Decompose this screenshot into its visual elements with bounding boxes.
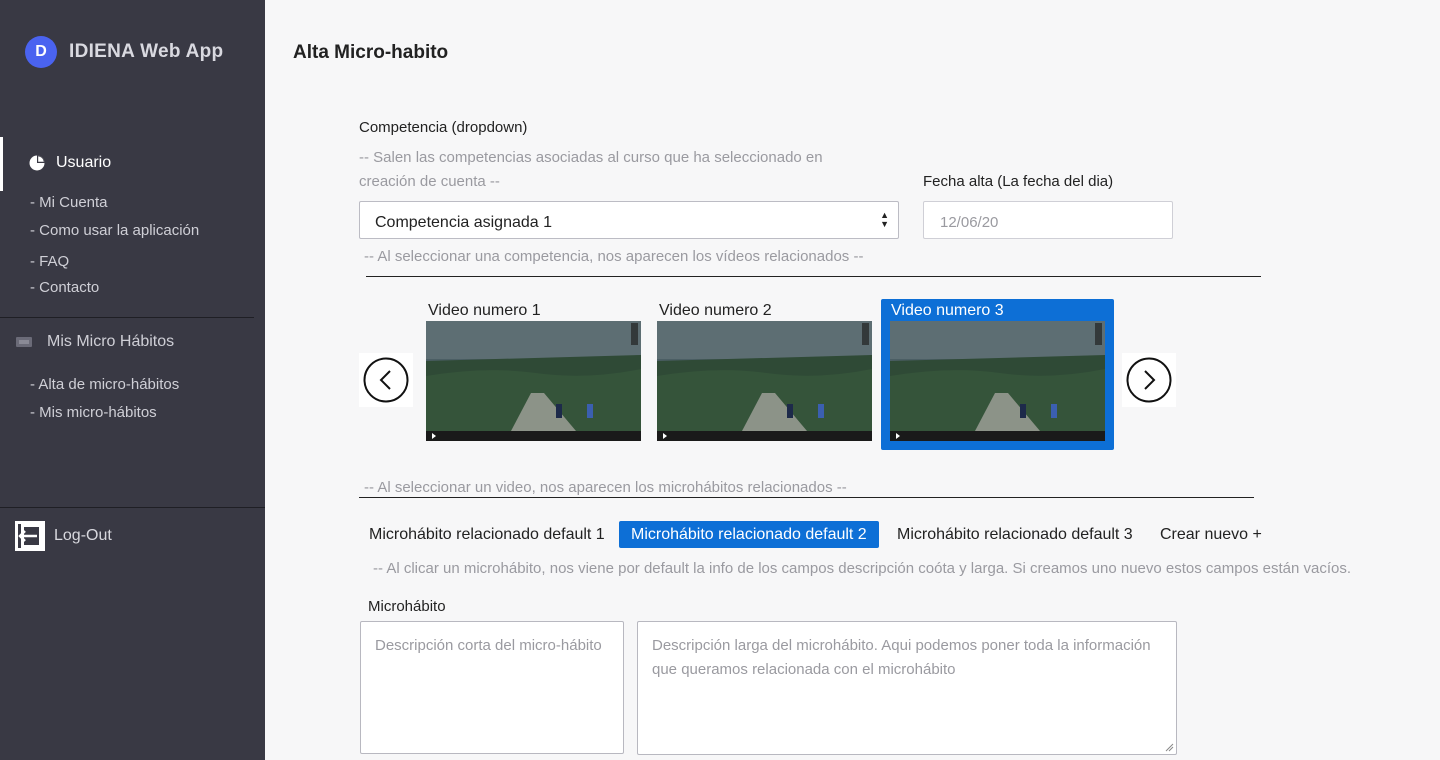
logout-label: Log-Out bbox=[54, 527, 112, 544]
video-title: Video numero 1 bbox=[428, 302, 541, 319]
competencia-label: Competencia (dropdown) bbox=[359, 119, 528, 136]
sidebar: D IDIENA Web App Usuario - Mi Cuenta - C… bbox=[0, 0, 265, 760]
divider-line bbox=[366, 276, 1261, 277]
logout-button[interactable]: Log-Out bbox=[15, 521, 112, 551]
app-logo: D bbox=[25, 36, 57, 68]
chevron-right-icon bbox=[1126, 357, 1172, 403]
chevron-left-icon bbox=[363, 357, 409, 403]
sidebar-link-mis-micro[interactable]: - Mis micro-hábitos bbox=[30, 404, 157, 421]
video-thumbnail bbox=[890, 321, 1105, 441]
sidebar-link-contacto[interactable]: - Contacto bbox=[30, 279, 99, 296]
brand[interactable]: D IDIENA Web App bbox=[25, 36, 223, 68]
sidebar-link-alta-micro[interactable]: - Alta de micro-hábitos bbox=[30, 376, 179, 393]
micro-tab-default-1[interactable]: Microhábito relacionado default 1 bbox=[369, 521, 605, 548]
video-thumbnail bbox=[426, 321, 641, 441]
video-card-3[interactable]: Video numero 3 bbox=[881, 299, 1114, 450]
video-card-2[interactable]: Video numero 2 bbox=[657, 299, 872, 442]
pie-chart-icon bbox=[29, 155, 45, 171]
app-name: IDIENA Web App bbox=[69, 41, 224, 62]
fecha-label: Fecha alta (La fecha del dia) bbox=[923, 173, 1114, 190]
competencia-dropdown[interactable]: Competencia asignada 1 ▲ ▼ bbox=[359, 201, 899, 239]
carousel-prev-button[interactable] bbox=[359, 353, 413, 407]
long-description-textarea[interactable]: Descripción larga del microhábito. Aqui … bbox=[637, 621, 1177, 755]
sidebar-item-label: Usuario bbox=[56, 154, 112, 171]
short-description-placeholder: Descripción corta del micro-hábito bbox=[375, 637, 602, 654]
video-thumbnail bbox=[657, 321, 872, 441]
videos-hint: -- Al seleccionar una competencia, nos a… bbox=[364, 248, 864, 265]
logout-icon bbox=[15, 521, 45, 551]
short-description-textarea[interactable]: Descripción corta del micro-hábito bbox=[360, 621, 624, 754]
page-title: Alta Micro-habito bbox=[293, 42, 449, 63]
sidebar-link-como-usar[interactable]: - Como usar la aplicación bbox=[30, 222, 199, 239]
video-card-1[interactable]: Video numero 1 bbox=[426, 299, 641, 442]
micro-info-hint: -- Al clicar un microhábito, nos viene p… bbox=[373, 560, 1352, 577]
competencia-selected: Competencia asignada 1 bbox=[375, 214, 553, 231]
ticket-icon bbox=[16, 337, 32, 347]
sidebar-item-usuario[interactable]: Usuario bbox=[29, 154, 111, 172]
video-title: Video numero 2 bbox=[659, 302, 772, 319]
micro-tab-default-2[interactable]: Microhábito relacionado default 2 bbox=[619, 521, 879, 548]
sidebar-link-mi-cuenta[interactable]: - Mi Cuenta bbox=[30, 194, 108, 211]
sidebar-divider bbox=[0, 317, 254, 318]
competencia-hint: -- Salen las competencias asociadas al c… bbox=[359, 149, 823, 190]
select-arrows-icon: ▲ ▼ bbox=[880, 210, 889, 229]
resize-handle-icon[interactable] bbox=[1165, 743, 1174, 752]
carousel-next-button[interactable] bbox=[1122, 353, 1176, 407]
microhabito-label: Microhábito bbox=[368, 598, 446, 615]
sidebar-item-label: Mis Micro Hábitos bbox=[47, 333, 175, 350]
crear-nuevo-button[interactable]: Crear nuevo + bbox=[1160, 521, 1262, 548]
fecha-input[interactable]: 12/06/20 bbox=[923, 201, 1173, 239]
sidebar-divider bbox=[0, 507, 265, 508]
micro-tab-default-3[interactable]: Microhábito relacionado default 3 bbox=[897, 521, 1133, 548]
long-description-placeholder: Descripción larga del microhábito. Aqui … bbox=[652, 637, 1151, 678]
sidebar-link-faq[interactable]: - FAQ bbox=[30, 253, 69, 270]
sidebar-item-micro-habitos[interactable]: Mis Micro Hábitos bbox=[16, 333, 174, 351]
divider-line bbox=[359, 497, 1254, 498]
fecha-placeholder: 12/06/20 bbox=[940, 214, 999, 231]
video-title: Video numero 3 bbox=[891, 302, 1004, 319]
